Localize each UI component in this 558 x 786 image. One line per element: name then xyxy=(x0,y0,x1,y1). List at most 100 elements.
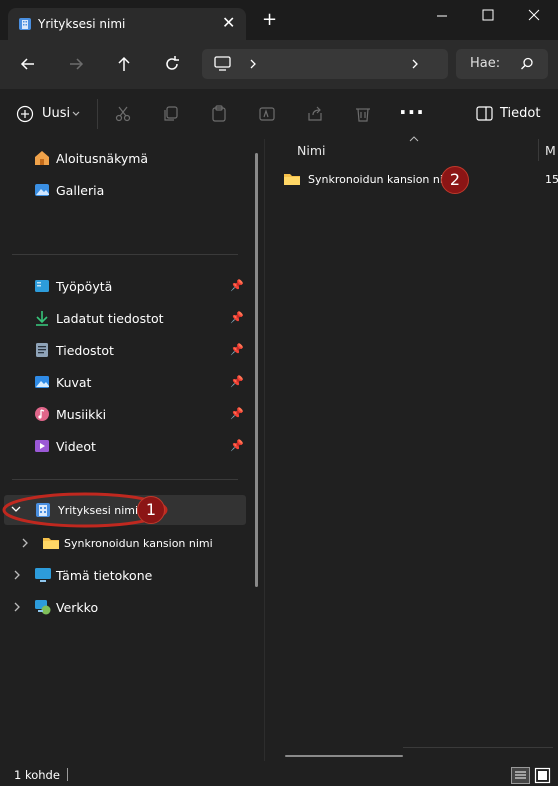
tree-item-label: Synkronoidun kansion nimi xyxy=(64,537,213,550)
sidebar-divider xyxy=(12,254,238,255)
address-row: Hae: xyxy=(0,40,558,88)
delete-icon[interactable] xyxy=(354,105,372,123)
navigation-pane: Aloitusnäkymä Galleria Työpöytä 📌 Ladatu… xyxy=(0,139,264,761)
new-tab-button[interactable]: + xyxy=(262,11,277,29)
sidebar-item-music[interactable]: Musiikki 📌 xyxy=(34,404,246,424)
sidebar-item-label: Työpöytä xyxy=(56,279,113,294)
chevron-right-icon[interactable] xyxy=(12,570,22,580)
sidebar-item-label: Galleria xyxy=(56,183,105,198)
title-bar: Yrityksesi nimi ✕ + xyxy=(0,0,558,40)
column-header-modified[interactable]: M xyxy=(545,143,556,158)
plus-circle-icon xyxy=(16,105,34,123)
rename-icon[interactable] xyxy=(258,105,276,123)
search-icon xyxy=(521,57,533,70)
address-dropdown-chevron-icon[interactable] xyxy=(410,58,420,70)
more-options-button[interactable]: ... xyxy=(399,95,425,119)
command-bar: Uusi ... Tiedot xyxy=(0,88,558,139)
sidebar-item-pictures[interactable]: Kuvat 📌 xyxy=(34,372,246,392)
computer-icon xyxy=(35,568,51,582)
chevron-right-icon[interactable] xyxy=(20,538,30,548)
share-icon[interactable] xyxy=(306,105,324,123)
file-modified: 15 xyxy=(545,173,558,186)
sidebar-item-label: Aloitusnäkymä xyxy=(56,151,149,166)
pin-icon[interactable]: 📌 xyxy=(230,439,244,452)
callout-badge-2: 2 xyxy=(441,166,469,194)
sidebar-item-gallery[interactable]: Galleria xyxy=(34,180,244,200)
sidebar-item-videos[interactable]: Videot 📌 xyxy=(34,436,246,456)
file-row[interactable]: Synkronoidun kansion nimi 15 xyxy=(283,169,558,191)
download-icon xyxy=(36,311,48,326)
up-arrow-icon[interactable] xyxy=(114,54,134,74)
sidebar-item-label: Videot xyxy=(56,439,96,454)
sidebar-item-documents[interactable]: Tiedostot 📌 xyxy=(34,340,246,360)
sidebar-divider xyxy=(12,479,238,480)
search-box[interactable]: Hae: xyxy=(456,49,548,79)
tree-item-this-pc[interactable]: Tämä tietokone xyxy=(12,565,246,585)
gallery-icon xyxy=(35,184,49,196)
minimize-button[interactable] xyxy=(418,4,464,28)
refresh-icon[interactable] xyxy=(162,54,182,74)
item-count: 1 kohde xyxy=(14,768,60,782)
computer-icon xyxy=(214,56,231,71)
paste-icon[interactable] xyxy=(210,105,228,123)
details-button[interactable]: Tiedot xyxy=(476,104,546,124)
network-icon xyxy=(35,600,51,615)
videos-icon xyxy=(35,440,49,452)
tree-item-synced-folder[interactable]: Synkronoidun kansion nimi xyxy=(20,533,246,553)
cut-icon[interactable] xyxy=(114,105,132,123)
sidebar-item-label: Ladatut tiedostot xyxy=(56,311,164,326)
chevron-down-icon xyxy=(72,111,80,116)
maximize-button[interactable] xyxy=(464,4,510,28)
pin-icon[interactable]: 📌 xyxy=(230,343,244,356)
new-button-label: Uusi xyxy=(42,106,71,121)
close-tab-button[interactable]: ✕ xyxy=(222,14,235,32)
tree-item-label: Tämä tietokone xyxy=(56,568,153,583)
content-pane: Nimi M Synkronoidun kansion nimi 15 2 xyxy=(265,136,558,761)
music-icon xyxy=(35,407,49,421)
tree-item-label: Verkko xyxy=(56,600,99,615)
sidebar-item-downloads[interactable]: Ladatut tiedostot 📌 xyxy=(34,308,246,328)
back-arrow-icon[interactable] xyxy=(18,54,38,74)
horizontal-scrollbar[interactable] xyxy=(285,755,403,757)
home-icon xyxy=(35,151,49,165)
search-placeholder: Hae: xyxy=(470,56,501,71)
sort-ascending-icon xyxy=(409,136,419,142)
close-window-button[interactable] xyxy=(510,4,556,28)
status-bar: 1 kohde xyxy=(0,762,558,786)
file-name: Synkronoidun kansion nimi xyxy=(308,173,457,186)
nav-scrollbar[interactable] xyxy=(255,153,258,587)
column-header-name[interactable]: Nimi xyxy=(297,143,325,158)
sidebar-item-label: Kuvat xyxy=(56,375,92,390)
column-divider[interactable] xyxy=(538,139,539,161)
pin-icon[interactable]: 📌 xyxy=(230,311,244,324)
address-bar[interactable] xyxy=(202,49,448,79)
status-divider xyxy=(67,768,68,781)
new-button[interactable]: Uusi xyxy=(16,104,86,124)
pictures-icon xyxy=(35,376,49,388)
folder-icon xyxy=(284,174,300,185)
details-button-label: Tiedot xyxy=(500,106,541,121)
desktop-icon xyxy=(35,280,49,292)
toolbar-divider xyxy=(97,99,98,129)
details-pane-icon xyxy=(476,106,493,121)
company-building-icon xyxy=(19,18,31,30)
copy-icon[interactable] xyxy=(162,105,180,123)
callout-badge-1: 1 xyxy=(137,496,165,524)
pin-icon[interactable]: 📌 xyxy=(230,407,244,420)
forward-arrow-icon[interactable] xyxy=(66,54,86,74)
folder-icon xyxy=(43,538,59,549)
chevron-right-icon[interactable] xyxy=(12,602,22,612)
pin-icon[interactable]: 📌 xyxy=(230,279,244,292)
sidebar-item-label: Tiedostot xyxy=(56,343,114,358)
details-view-icon[interactable] xyxy=(511,767,530,784)
explorer-tab[interactable]: Yrityksesi nimi ✕ xyxy=(8,8,246,40)
documents-icon xyxy=(36,343,48,357)
chevron-right-icon[interactable] xyxy=(248,58,258,70)
sidebar-item-label: Musiikki xyxy=(56,407,107,422)
large-icons-view-icon[interactable] xyxy=(534,767,551,784)
sidebar-item-home[interactable]: Aloitusnäkymä xyxy=(34,148,244,168)
scroll-track xyxy=(403,747,553,748)
sidebar-item-desktop[interactable]: Työpöytä 📌 xyxy=(34,276,246,296)
pin-icon[interactable]: 📌 xyxy=(230,375,244,388)
tree-item-network[interactable]: Verkko xyxy=(12,597,246,617)
